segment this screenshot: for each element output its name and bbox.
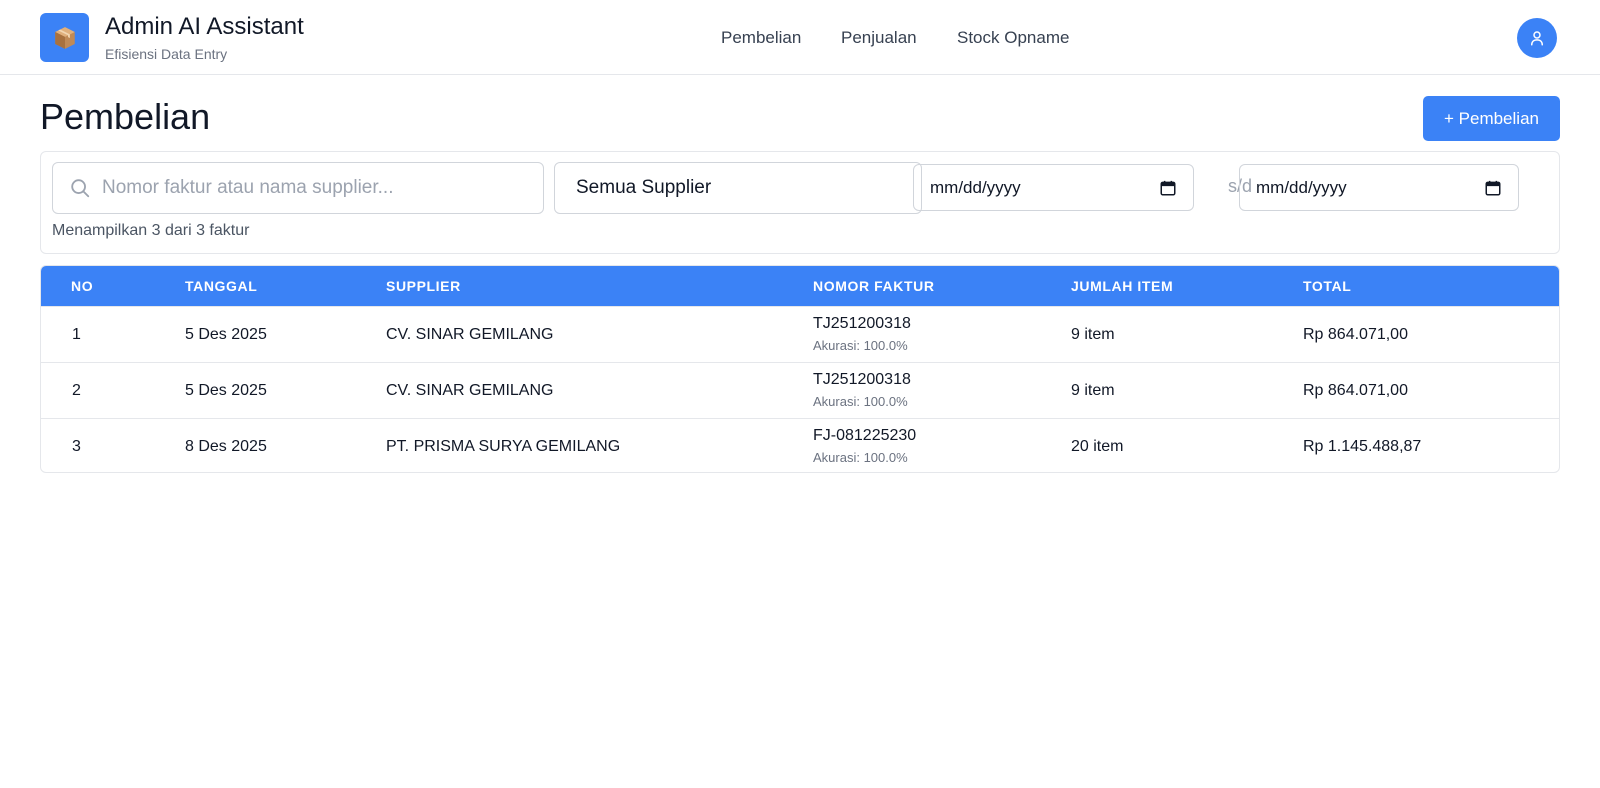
search-field[interactable] [52,162,544,214]
cell-akurasi: Akurasi: 100.0% [813,394,908,409]
search-icon [68,176,92,200]
nav-item-penjualan[interactable]: Penjualan [841,28,917,48]
nav-item-stock-opname[interactable]: Stock Opname [957,28,1069,48]
date-to-value: mm/dd/yyyy [1256,177,1347,197]
column-header-tanggal[interactable]: TANGGAL [185,278,257,294]
user-avatar-button[interactable] [1517,18,1557,58]
app-logo[interactable] [40,13,89,62]
search-input[interactable] [102,177,522,199]
supplier-select[interactable]: Semua Supplier [554,162,922,214]
add-pembelian-button[interactable]: + Pembelian [1423,96,1560,141]
cell-tanggal: 5 Des 2025 [185,382,267,399]
column-header-supplier[interactable]: SUPPLIER [386,278,461,294]
package-box-icon [54,26,75,49]
page-title: Pembelian [40,96,211,137]
cell-total: Rp 1.145.488,87 [1303,438,1422,455]
calendar-icon[interactable] [1159,179,1177,197]
cell-no: 1 [72,326,81,343]
column-header-no[interactable]: NO [71,278,93,294]
table-row[interactable]: 1 5 Des 2025 CV. SINAR GEMILANG TJ251200… [41,306,1559,362]
date-from-input[interactable]: mm/dd/yyyy [913,164,1194,211]
cell-total: Rp 864.071,00 [1303,326,1408,343]
column-header-total[interactable]: TOTAL [1303,278,1351,294]
cell-tanggal: 5 Des 2025 [185,326,267,343]
cell-total: Rp 864.071,00 [1303,382,1408,399]
cell-jumlah-item: 9 item [1071,382,1115,399]
app-title: Admin AI Assistant [105,13,304,40]
date-from-value: mm/dd/yyyy [930,177,1021,197]
cell-akurasi: Akurasi: 100.0% [813,338,908,353]
purchase-table: NO TANGGAL SUPPLIER NOMOR FAKTUR JUMLAH … [40,265,1560,473]
column-header-nomor-faktur[interactable]: NOMOR FAKTUR [813,278,935,294]
top-navbar: Admin AI Assistant Efisiensi Data Entry … [0,0,1600,75]
cell-supplier: PT. PRISMA SURYA GEMILANG [386,438,621,455]
cell-akurasi: Akurasi: 100.0% [813,450,908,465]
filter-panel: Semua Supplier mm/dd/yyyy s/d mm/dd/yyyy… [40,151,1560,254]
cell-jumlah-item: 9 item [1071,326,1115,343]
result-count: Menampilkan 3 dari 3 faktur [52,222,250,239]
cell-nomor-faktur: TJ251200318 [813,315,911,332]
cell-nomor-faktur: TJ251200318 [813,371,911,388]
cell-no: 3 [72,438,81,455]
cell-no: 2 [72,382,81,399]
table-row[interactable]: 2 5 Des 2025 CV. SINAR GEMILANG TJ251200… [41,362,1559,418]
cell-jumlah-item: 20 item [1071,438,1124,455]
user-icon [1531,31,1543,46]
date-to-input[interactable]: mm/dd/yyyy [1239,164,1519,211]
supplier-select-value: Semua Supplier [576,177,712,198]
nav-item-pembelian[interactable]: Pembelian [721,28,801,48]
calendar-icon[interactable] [1484,179,1502,197]
cell-supplier: CV. SINAR GEMILANG [386,382,554,399]
cell-tanggal: 8 Des 2025 [185,438,267,455]
table-row[interactable]: 3 8 Des 2025 PT. PRISMA SURYA GEMILANG F… [41,418,1559,472]
cell-supplier: CV. SINAR GEMILANG [386,326,554,343]
column-header-jumlah-item[interactable]: JUMLAH ITEM [1071,278,1173,294]
cell-nomor-faktur: FJ-081225230 [813,427,917,444]
table-header: NO TANGGAL SUPPLIER NOMOR FAKTUR JUMLAH … [41,266,1559,306]
app-subtitle: Efisiensi Data Entry [105,46,228,62]
